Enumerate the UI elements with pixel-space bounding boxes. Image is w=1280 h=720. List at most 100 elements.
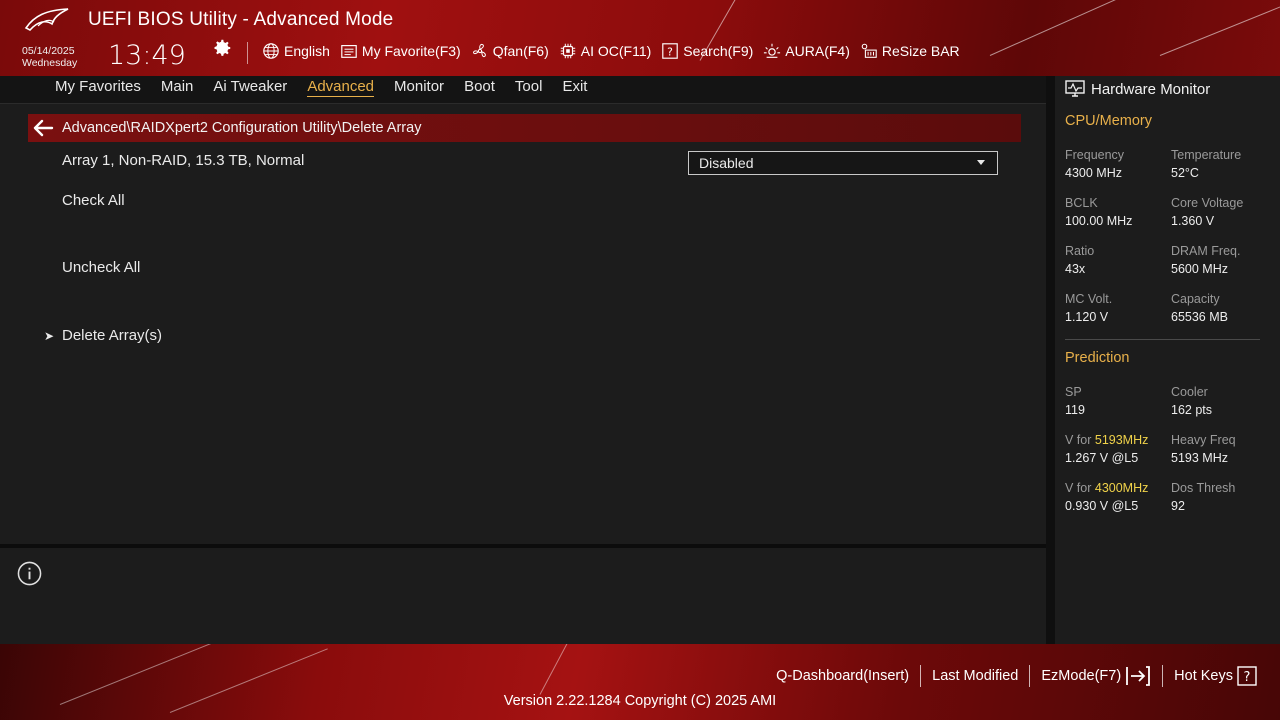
q-dashboard-button[interactable]: Q-Dashboard(Insert) [765,668,920,684]
vfor-5193-label: V for 5193MHz [1065,433,1148,447]
tab-advanced[interactable]: Advanced [307,78,375,97]
breadcrumb-path: Advanced\RAIDXpert2 Configuration Utilit… [62,120,422,136]
sp-label: SP [1065,385,1082,399]
hw-value: 52°C [1171,166,1199,180]
footer-links: Q-Dashboard(Insert) Last Modified EzMode… [765,665,1268,687]
vfor-prefix: V for [1065,433,1095,447]
fan-icon [472,43,486,58]
hw-monitor-header: Hardware Monitor [1065,78,1210,100]
language-button[interactable]: English [262,42,330,60]
favorite-list-icon [341,45,357,58]
cooler-label: Cooler [1171,385,1208,399]
hw-section-divider [1065,339,1260,340]
svg-text:?: ? [667,46,673,59]
aura-label: AURA(F4) [785,43,850,59]
array-select-dropdown[interactable]: Disabled [688,151,998,175]
ezmode-label: EzMode(F7) [1041,668,1122,684]
toolbar: English My Favorite(F3) Qfan(F6) AI OC(F… [262,42,960,60]
search-button[interactable]: ? Search(F9) [661,42,753,60]
hw-value: 4300 MHz [1065,166,1122,180]
tab-boot[interactable]: Boot [464,78,495,97]
submenu-arrow-icon: ➤ [44,329,55,343]
heavy-freq-value: 5193 MHz [1171,451,1228,465]
hw-label: DRAM Freq. [1171,244,1241,258]
aura-light-icon [764,43,781,58]
version-text: Version 2.22.1284 Copyright (C) 2025 AMI [503,693,777,709]
tab-ai-tweaker[interactable]: Ai Tweaker [213,78,287,97]
hw-label: MC Volt. [1065,292,1113,306]
header-bar: UEFI BIOS Utility - Advanced Mode 05/14/… [0,0,1280,76]
my-favorite-button[interactable]: My Favorite(F3) [340,42,461,60]
globe-icon [263,43,279,59]
hw-value: 5600 MHz [1171,262,1228,276]
rog-logo-icon [24,8,69,31]
chip-icon [560,43,575,59]
ai-oc-label: AI OC(F11) [580,43,652,59]
vfor-freq-highlight: 5193MHz [1094,433,1149,447]
ezmode-button[interactable]: EzMode(F7) [1030,666,1162,686]
hw-label: BCLK [1065,196,1098,210]
hot-keys-button[interactable]: Hot Keys ? [1163,666,1268,686]
question-box-icon: ? [1237,666,1257,686]
decor-streak [1159,2,1280,56]
hardware-monitor-panel: Hardware Monitor CPU/Memory Frequency 43… [1055,76,1280,644]
check-all-item[interactable]: Check All [62,192,125,209]
hw-value: 1.360 V [1171,214,1215,228]
weekday-text: Wednesday [22,57,78,69]
tab-main[interactable]: Main [161,78,194,97]
date-text: 05/14/2025 [22,45,75,57]
hw-value: 43x [1065,262,1086,276]
language-label: English [284,43,330,59]
hw-value: 100.00 MHz [1065,214,1133,228]
tab-my-favorites[interactable]: My Favorites [55,78,141,97]
last-modified-button[interactable]: Last Modified [921,668,1029,684]
gear-icon[interactable] [211,37,233,59]
resize-bar-button[interactable]: ReSize BAR [860,42,960,60]
cpu-memory-section-title: CPU/Memory [1065,113,1153,129]
vfor-freq-highlight: 4300MHz [1094,481,1149,495]
monitor-icon [1065,80,1085,97]
uncheck-all-item[interactable]: Uncheck All [62,259,140,276]
qfan-label: Qfan(F6) [492,43,549,59]
tab-monitor[interactable]: Monitor [394,78,444,97]
tab-tool[interactable]: Tool [515,78,543,97]
vfor-5193-value: 1.267 V @L5 [1065,451,1139,465]
hw-label: Ratio [1065,244,1095,258]
cooler-value: 162 pts [1171,403,1213,417]
array-item-label[interactable]: Array 1, Non-RAID, 15.3 TB, Normal [62,152,304,169]
date-display[interactable]: 05/14/2025 Wednesday [22,45,77,69]
hot-keys-label: Hot Keys [1174,668,1233,684]
prediction-section-title: Prediction [1065,350,1130,366]
svg-text:?: ? [1244,670,1251,685]
help-info-panel [0,548,1046,644]
settings-panel: Advanced\RAIDXpert2 Configuration Utilit… [0,104,1046,544]
hw-value: 65536 MB [1171,310,1228,324]
info-icon [17,561,42,586]
footer-bar: Q-Dashboard(Insert) Last Modified EzMode… [0,644,1280,720]
resize-bar-label: ReSize BAR [881,43,960,59]
ai-oc-button[interactable]: AI OC(F11) [559,42,652,60]
main-nav: My Favorites Main Ai Tweaker Advanced Mo… [0,76,1046,104]
vfor-4300-label: V for 4300MHz [1065,481,1148,495]
app-title: UEFI BIOS Utility - Advanced Mode [88,9,394,30]
hw-monitor-gutter [1046,76,1055,644]
array-select-value: Disabled [699,155,754,171]
qfan-button[interactable]: Qfan(F6) [471,42,549,60]
hw-value: 1.120 V [1065,310,1109,324]
heavy-freq-label: Heavy Freq [1171,433,1236,447]
resize-bar-icon [861,43,877,58]
aura-button[interactable]: AURA(F4) [763,42,850,60]
dos-thresh-label: Dos Thresh [1171,481,1236,495]
dropdown-caret-icon [977,160,985,165]
exit-to-ezmode-icon [1126,666,1151,686]
delete-arrays-item[interactable]: Delete Array(s) [62,327,162,344]
hw-label: Core Voltage [1171,196,1244,210]
clock-time[interactable]: 13:49 [108,40,186,71]
vfor-4300-value: 0.930 V @L5 [1065,499,1139,513]
dos-thresh-value: 92 [1171,499,1185,513]
decor-streak [989,0,1146,56]
vfor-prefix: V for [1065,481,1095,495]
back-arrow-icon[interactable] [32,119,54,137]
tab-exit[interactable]: Exit [562,78,587,97]
my-favorite-label: My Favorite(F3) [361,43,461,59]
